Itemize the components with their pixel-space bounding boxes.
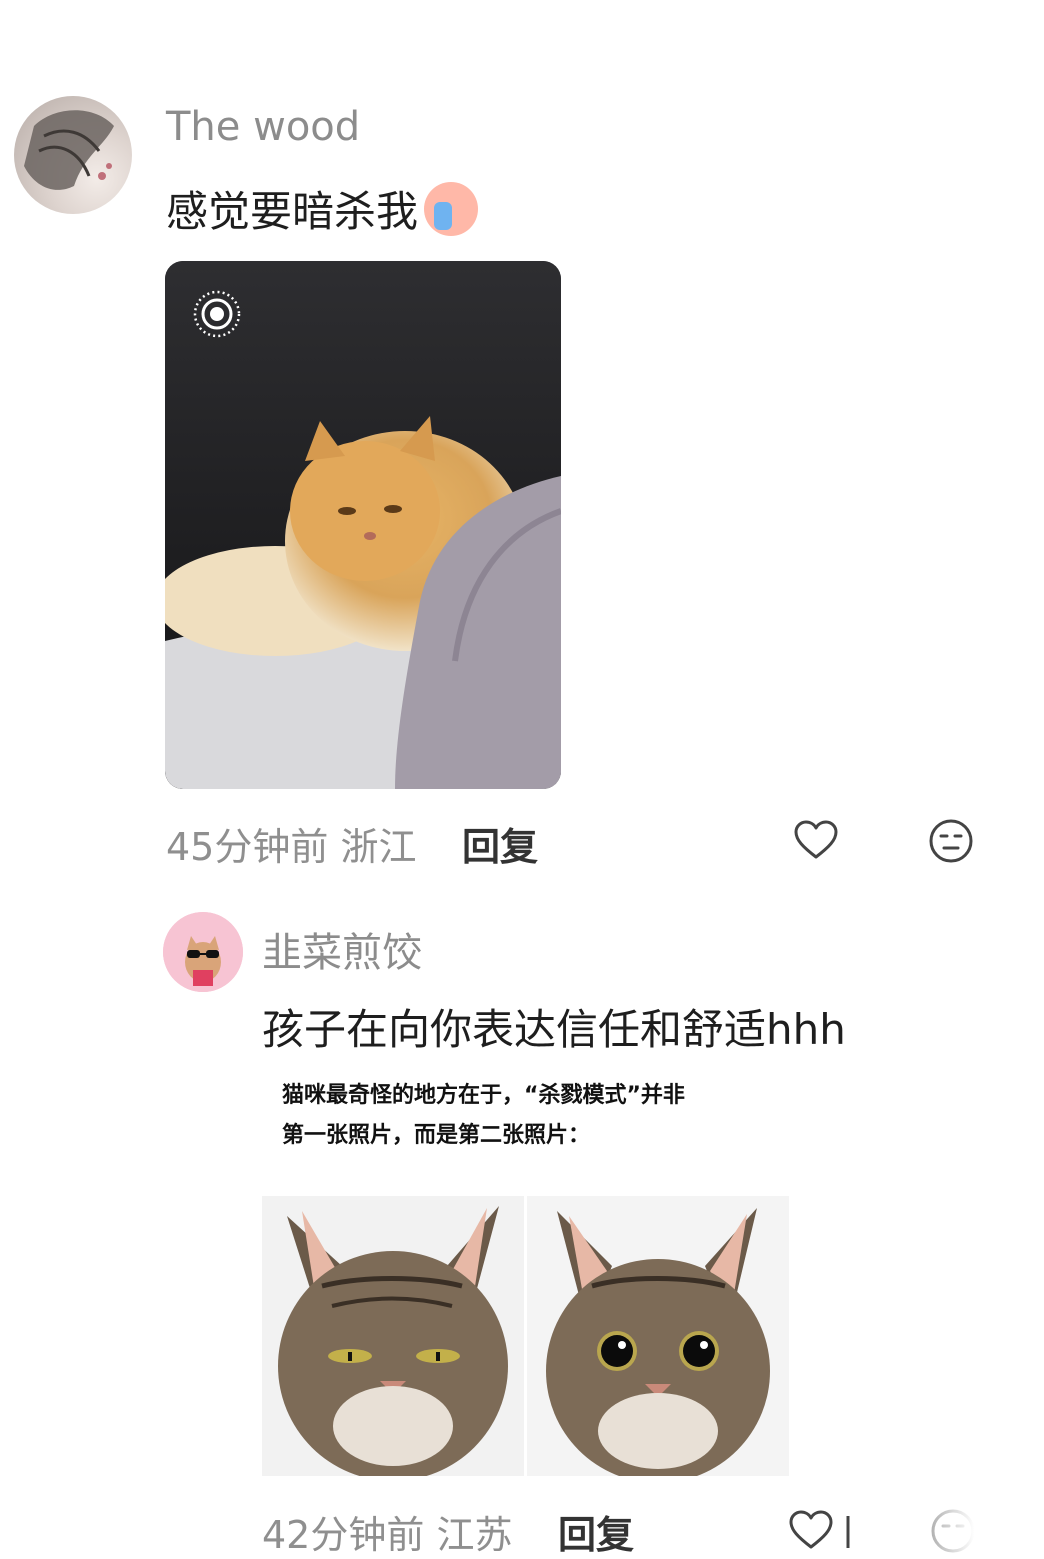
comment-meta: 45分钟前 浙江 — [166, 816, 416, 871]
neutral-face-icon[interactable] — [928, 818, 974, 864]
live-photo-icon[interactable] — [191, 288, 243, 340]
username[interactable]: The wood — [166, 104, 360, 150]
reply-button[interactable]: 回复 — [462, 816, 538, 871]
comment-text: 感觉要暗杀我 — [166, 178, 479, 239]
reply-button[interactable]: 回复 — [558, 1504, 634, 1559]
comment-location: 浙江 — [340, 825, 417, 869]
comment-location: 江苏 — [436, 1513, 513, 1557]
bottom-fade-overlay — [870, 1496, 1044, 1559]
avatar[interactable] — [14, 96, 132, 214]
comment-photo[interactable] — [165, 261, 561, 789]
comment-time: 42分钟前 — [262, 1513, 425, 1557]
avatar[interactable] — [163, 912, 243, 992]
comment-text: 孩子在向你表达信任和舒适hhh — [262, 1005, 846, 1054]
username[interactable]: 韭菜煎饺 — [262, 920, 422, 978]
heart-outline-icon[interactable] — [793, 818, 839, 864]
cat-photo-wide-eyes — [527, 1196, 789, 1483]
comment-time: 45分钟前 — [166, 825, 329, 869]
cat-photo-squint — [262, 1196, 524, 1481]
meme-caption-line: 猫咪最奇怪的地方在于，“杀戮模式”并非 — [282, 1083, 685, 1108]
meme-caption-line: 第一张照片，而是第二张照片： — [282, 1123, 591, 1148]
crying-face-emoji-icon — [424, 181, 479, 236]
comment-meta: 42分钟前 江苏 — [262, 1504, 512, 1559]
comment-text-content: 感觉要暗杀我 — [166, 187, 419, 236]
meme-caption: 猫咪最奇怪的地方在于，“杀戮模式”并非 第一张照片，而是第二张照片： — [282, 1076, 772, 1156]
